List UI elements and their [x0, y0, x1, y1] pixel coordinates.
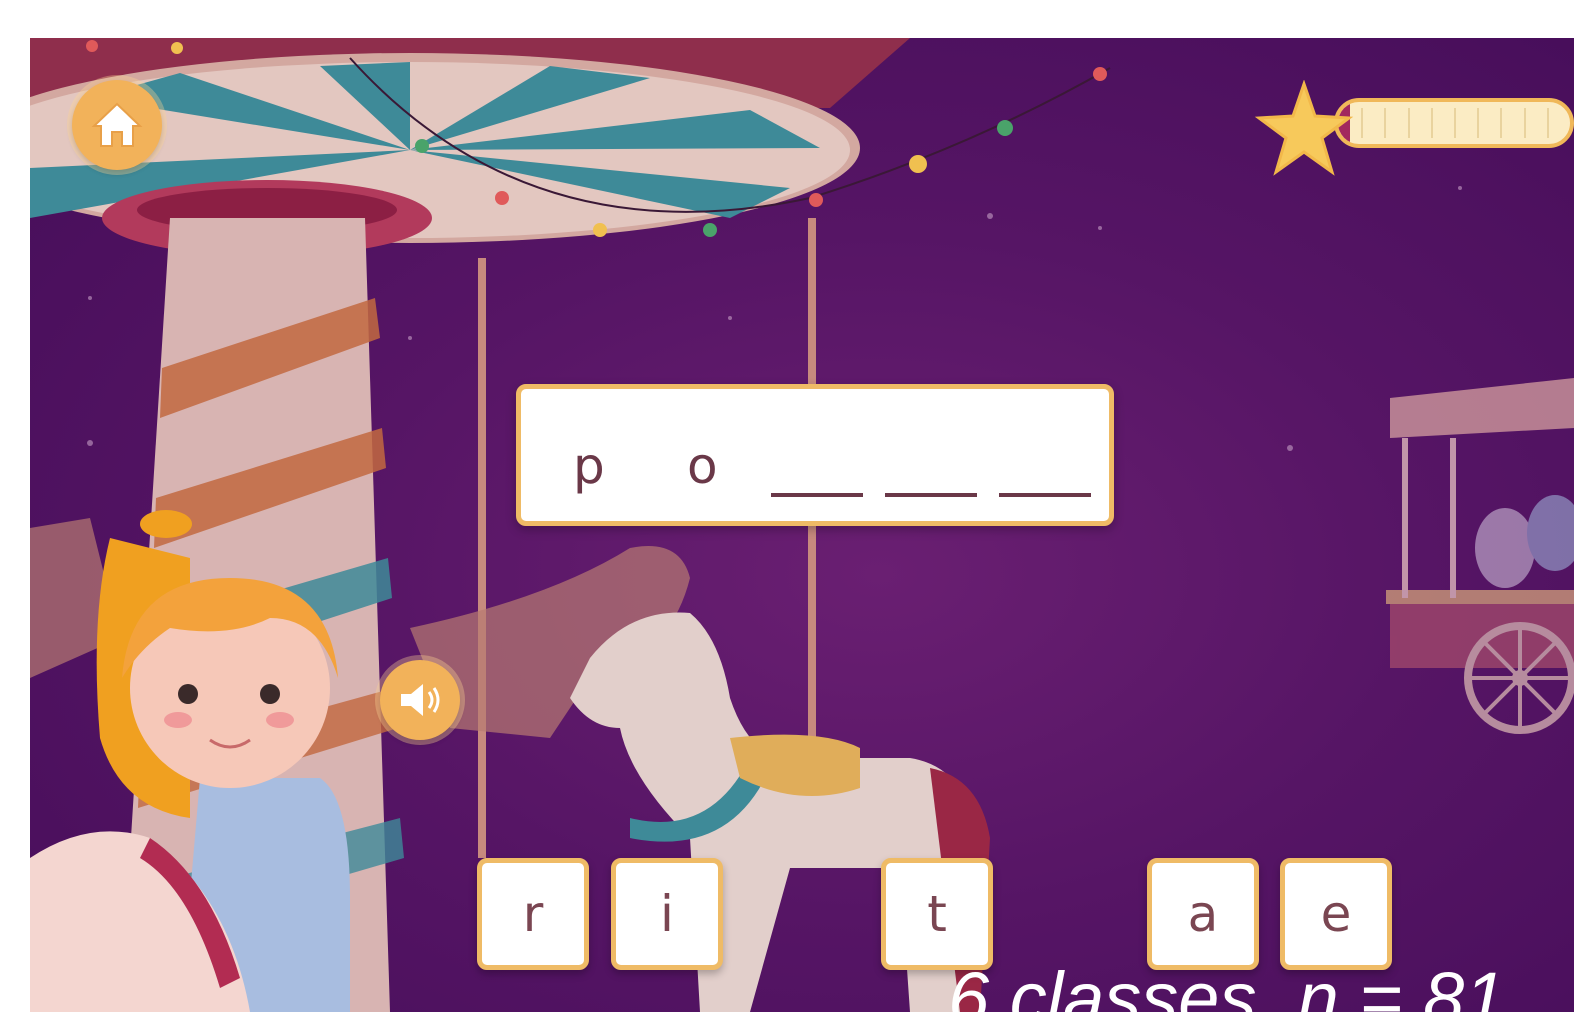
word-display: p o — [516, 384, 1114, 526]
star-icon — [1254, 80, 1354, 176]
progress-segment-divider — [1454, 108, 1456, 138]
letter-tile-r[interactable]: r — [477, 858, 589, 970]
carousel-canopy — [30, 38, 910, 256]
progress-segment-divider — [1407, 108, 1410, 138]
progress-segment-divider — [1546, 108, 1549, 138]
progress-segment-divider — [1361, 108, 1364, 138]
sound-button[interactable] — [380, 660, 460, 740]
home-icon — [91, 102, 143, 147]
progress-segment-divider — [1500, 108, 1503, 138]
progress-segment-divider — [1430, 108, 1433, 138]
letter-tile-e[interactable]: e — [1280, 858, 1392, 970]
word-letter: p — [573, 437, 605, 495]
letter-blank[interactable] — [999, 493, 1091, 497]
progress-segment-divider — [1523, 108, 1526, 138]
progress-segment-divider — [1384, 108, 1387, 138]
overlay-caption: 6 classes, n = 81 — [948, 957, 1506, 1012]
home-button[interactable] — [72, 80, 162, 170]
word-letter: o — [687, 437, 718, 495]
speaker-icon — [401, 684, 440, 716]
letter-tile-i[interactable]: i — [611, 858, 723, 970]
letter-blank[interactable] — [771, 493, 863, 497]
progress-bar — [1334, 98, 1574, 148]
progress-meter — [1254, 80, 1574, 180]
progress-segment-divider — [1477, 108, 1480, 138]
letter-tile-a[interactable]: a — [1147, 858, 1259, 970]
letter-blank[interactable] — [885, 493, 977, 497]
game-screen: p o r i t a e 6 classes, n = 81 — [30, 38, 1574, 1012]
letter-tile-t[interactable]: t — [881, 858, 993, 970]
cotton-candy-cart — [1386, 378, 1574, 734]
